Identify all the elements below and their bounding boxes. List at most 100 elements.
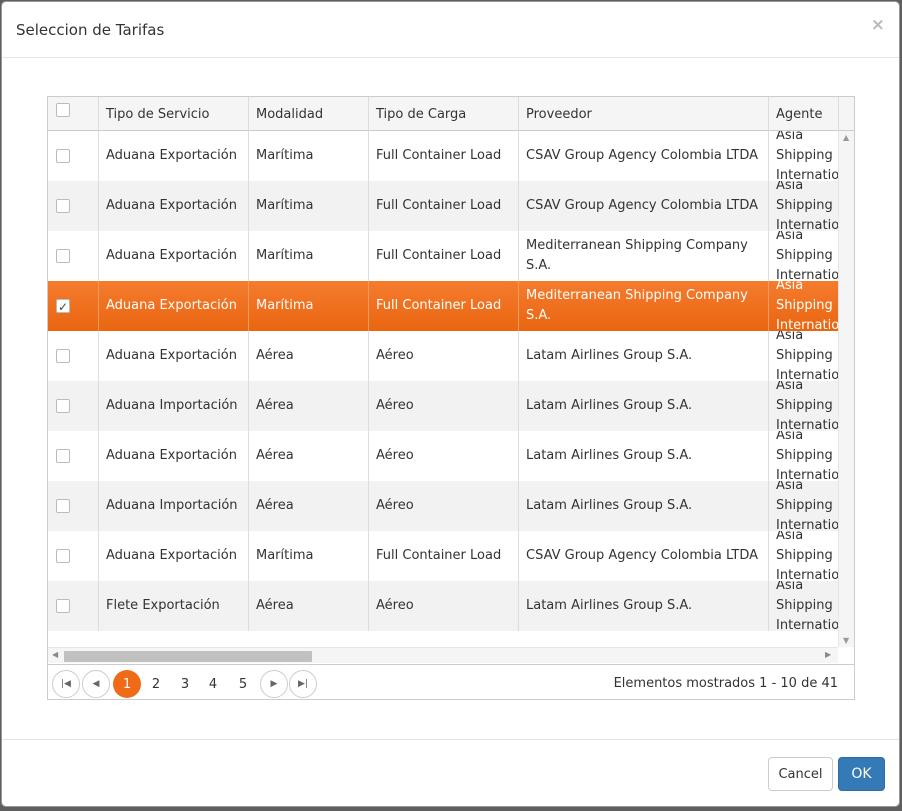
cell-modalidad: Marítima	[249, 131, 369, 181]
cell-agente: Asia Shipping International	[769, 531, 838, 581]
page-3-button[interactable]: 3	[171, 670, 199, 698]
cell-tipo-servicio: Aduana Exportación	[99, 531, 249, 581]
page-4-button[interactable]: 4	[199, 670, 227, 698]
cell-agente-text: Asia Shipping International	[776, 481, 838, 531]
row-select-cell	[48, 531, 99, 581]
row-checkbox[interactable]	[56, 349, 70, 363]
cell-tipo-carga: Full Container Load	[369, 531, 519, 581]
cell-agente-text: Asia Shipping International	[776, 431, 838, 481]
table-row[interactable]: Aduana Importación Aérea Aéreo Latam Airlin…	[48, 481, 838, 531]
row-select-cell	[48, 481, 99, 531]
table-row[interactable]: Aduana Exportación Marítima Full Container…	[48, 131, 838, 181]
cell-agente: Asia Shipping International	[769, 431, 838, 481]
dialog-header: Seleccion de Tarifas ×	[2, 2, 899, 58]
dialog-title: Seleccion de Tarifas	[16, 21, 165, 39]
cell-modalidad-text: Aérea	[256, 598, 294, 613]
cell-agente-text: Asia Shipping International	[776, 331, 838, 381]
table-row[interactable]: Aduana Exportación Marítima Full Container…	[48, 231, 838, 281]
scroll-up-icon[interactable]: ▲	[843, 133, 849, 142]
tariff-selection-dialog: Seleccion de Tarifas × Tipo de Servicio …	[1, 1, 900, 807]
cell-modalidad-text: Aérea	[256, 498, 294, 513]
column-header-tipo-carga[interactable]: Tipo de Carga	[369, 97, 519, 130]
cell-proveedor: Mediterranean Shipping Company S.A.	[519, 231, 769, 281]
cell-proveedor: Latam Airlines Group S.A.	[519, 431, 769, 481]
row-select-cell	[48, 281, 99, 331]
column-header-tipo-servicio[interactable]: Tipo de Servicio	[99, 97, 249, 130]
row-select-cell	[48, 331, 99, 381]
cell-tipo-servicio-text: Flete Exportación	[106, 598, 220, 613]
cell-modalidad: Aérea	[249, 331, 369, 381]
column-header-proveedor[interactable]: Proveedor	[519, 97, 769, 130]
page-5-button[interactable]: 5	[229, 670, 257, 698]
cell-modalidad-text: Marítima	[256, 148, 314, 163]
cell-proveedor: CSAV Group Agency Colombia LTDA	[519, 531, 769, 581]
vertical-scrollbar[interactable]: ▲ ▼	[838, 131, 854, 647]
scroll-left-icon[interactable]: ◀	[52, 650, 58, 659]
cell-modalidad: Aérea	[249, 431, 369, 481]
cell-modalidad-text: Marítima	[256, 198, 314, 213]
cell-tipo-carga: Aéreo	[369, 381, 519, 431]
cell-tipo-servicio: Aduana Exportación	[99, 331, 249, 381]
first-page-icon[interactable]: |◀	[52, 670, 80, 698]
next-page-icon[interactable]: ▶	[260, 670, 288, 698]
row-checkbox[interactable]	[56, 249, 70, 263]
cell-tipo-servicio-text: Aduana Exportación	[106, 298, 237, 313]
pager: |◀ ◀ 1 2 3 4 5 ▶ ▶| Elementos mostrados …	[48, 664, 854, 699]
cell-proveedor: CSAV Group Agency Colombia LTDA	[519, 181, 769, 231]
page-2-button[interactable]: 2	[142, 670, 170, 698]
table-row[interactable]: Aduana Exportación Aérea Aéreo Latam Airlin…	[48, 431, 838, 481]
row-checkbox[interactable]	[56, 399, 70, 413]
cell-tipo-carga-text: Full Container Load	[376, 148, 502, 163]
table-row[interactable]: Aduana Exportación Marítima Full Container…	[48, 181, 838, 231]
row-select-cell	[48, 431, 99, 481]
row-checkbox[interactable]	[56, 199, 70, 213]
cell-tipo-servicio: Aduana Exportación	[99, 231, 249, 281]
cell-tipo-carga-text: Full Container Load	[376, 198, 502, 213]
cell-agente: Asia Shipping International	[769, 581, 838, 631]
column-header-modalidad[interactable]: Modalidad	[249, 97, 369, 130]
ok-button[interactable]: OK	[838, 757, 885, 791]
cell-proveedor: CSAV Group Agency Colombia LTDA	[519, 131, 769, 181]
cell-tipo-servicio-text: Aduana Importación	[106, 398, 238, 413]
cell-proveedor: Latam Airlines Group S.A.	[519, 331, 769, 381]
cell-proveedor-text: Latam Airlines Group S.A.	[526, 498, 693, 513]
row-select-cell	[48, 381, 99, 431]
cell-modalidad-text: Aérea	[256, 448, 294, 463]
table-row[interactable]: Aduana Exportación Marítima Full Container…	[48, 281, 838, 331]
page-1-button[interactable]: 1	[113, 670, 141, 698]
cancel-button[interactable]: Cancel	[768, 757, 833, 791]
cell-proveedor-text: CSAV Group Agency Colombia LTDA	[526, 548, 759, 563]
row-checkbox[interactable]	[56, 549, 70, 563]
table-row[interactable]: Aduana Exportación Aérea Aéreo Latam Airlin…	[48, 331, 838, 381]
cell-tipo-servicio-text: Aduana Importación	[106, 498, 238, 513]
close-icon[interactable]: ×	[871, 15, 885, 35]
cell-proveedor-text: Latam Airlines Group S.A.	[526, 398, 693, 413]
cell-proveedor: Mediterranean Shipping Company S.A.	[519, 281, 769, 331]
row-checkbox[interactable]	[56, 149, 70, 163]
row-checkbox[interactable]	[56, 297, 70, 317]
row-checkbox[interactable]	[56, 499, 70, 513]
horizontal-scroll-thumb[interactable]	[64, 651, 312, 662]
column-header-agente[interactable]: Agente	[769, 97, 839, 130]
previous-page-icon[interactable]: ◀	[82, 670, 110, 698]
cell-tipo-servicio: Aduana Importación	[99, 481, 249, 531]
horizontal-scrollbar[interactable]: ◀ ▶	[48, 647, 838, 663]
cell-modalidad-text: Marítima	[256, 548, 314, 563]
cell-modalidad: Aérea	[249, 381, 369, 431]
scroll-right-icon[interactable]: ▶	[825, 650, 831, 659]
grid-body: Aduana Exportación Marítima Full Container…	[48, 131, 838, 631]
table-row[interactable]: Flete Exportación Aérea Aéreo Latam Airline…	[48, 581, 838, 631]
cell-tipo-servicio-text: Aduana Exportación	[106, 198, 237, 213]
row-checkbox[interactable]	[56, 449, 70, 463]
table-row[interactable]: Aduana Exportación Marítima Full Container…	[48, 531, 838, 581]
cell-modalidad: Marítima	[249, 531, 369, 581]
table-row[interactable]: Aduana Importación Aérea Aéreo Latam Airlin…	[48, 381, 838, 431]
cell-proveedor-text: CSAV Group Agency Colombia LTDA	[526, 148, 759, 163]
cell-proveedor-text: Mediterranean Shipping Company S.A.	[526, 288, 748, 323]
cell-tipo-carga: Full Container Load	[369, 231, 519, 281]
row-checkbox[interactable]	[56, 599, 70, 613]
last-page-icon[interactable]: ▶|	[289, 670, 317, 698]
cell-agente: Asia Shipping International	[769, 381, 838, 431]
scroll-down-icon[interactable]: ▼	[843, 636, 849, 645]
select-all-checkbox[interactable]	[56, 103, 70, 117]
